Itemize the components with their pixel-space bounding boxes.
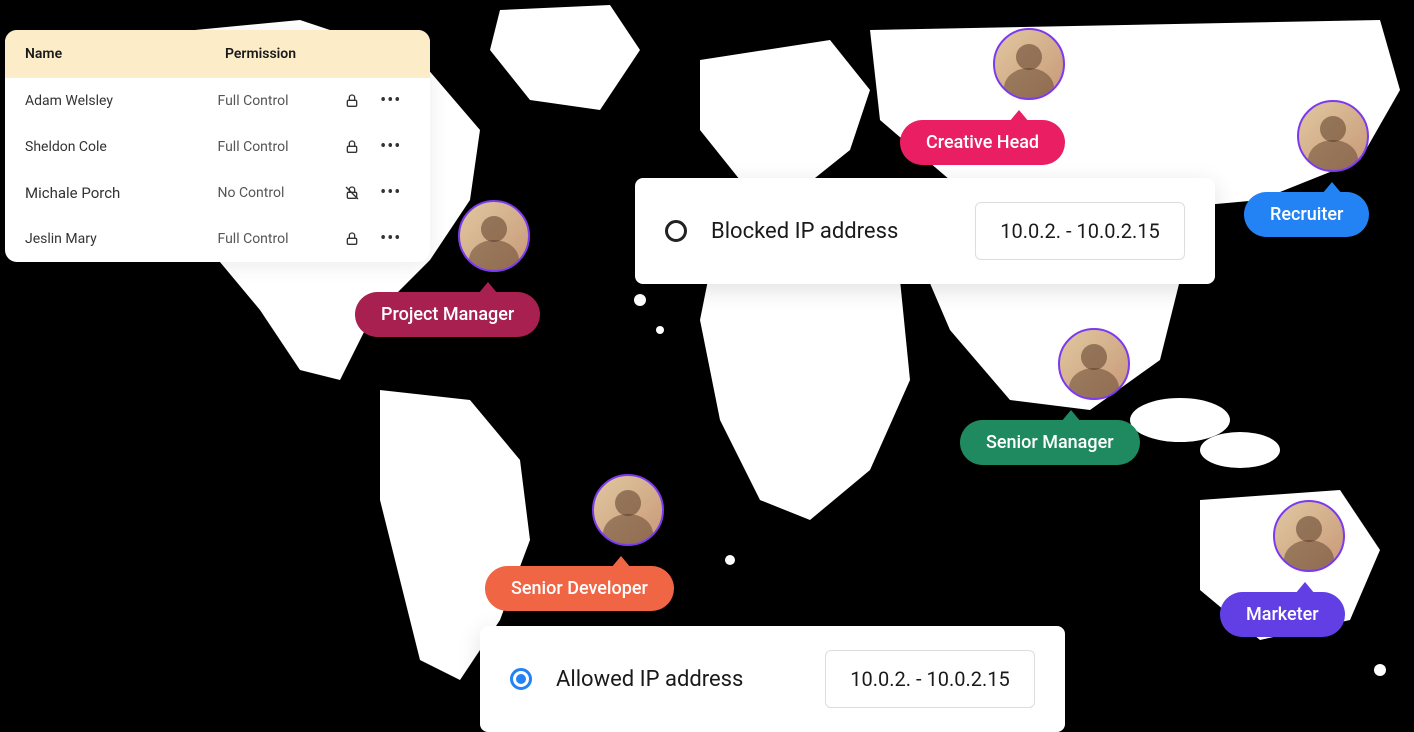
allowed-ip-label: Allowed IP address — [556, 667, 801, 692]
person-senior-developer[interactable]: Senior Developer — [485, 474, 674, 611]
blocked-ip-value[interactable]: 10.0.2. - 10.0.2.15 — [975, 202, 1185, 260]
column-header-permission: Permission — [225, 46, 410, 62]
user-permission: Full Control — [218, 231, 334, 247]
permissions-table: Name Permission Adam Welsley Full Contro… — [5, 30, 430, 262]
role-badge: Senior Manager — [960, 420, 1140, 465]
user-name: Sheldon Cole — [25, 139, 218, 155]
lock-icon[interactable] — [333, 231, 372, 247]
permissions-header: Name Permission — [5, 30, 430, 78]
column-header-name: Name — [25, 46, 225, 62]
avatar — [458, 200, 530, 272]
user-name: Adam Welsley — [25, 93, 218, 109]
user-name: Jeslin Mary — [25, 231, 218, 247]
person-recruiter[interactable]: Recruiter — [1244, 100, 1369, 237]
role-badge: Project Manager — [355, 292, 540, 337]
person-marketer[interactable]: Marketer — [1220, 500, 1345, 637]
table-row[interactable]: Sheldon Cole Full Control ••• — [5, 124, 430, 170]
table-row[interactable]: Adam Welsley Full Control ••• — [5, 78, 430, 124]
avatar — [1273, 500, 1345, 572]
role-badge: Marketer — [1220, 592, 1345, 637]
more-menu-button[interactable]: ••• — [372, 92, 411, 110]
allowed-ip-radio[interactable] — [510, 668, 532, 690]
allowed-ip-value[interactable]: 10.0.2. - 10.0.2.15 — [825, 650, 1035, 708]
lock-icon[interactable] — [333, 139, 372, 155]
user-permission: Full Control — [218, 139, 334, 155]
allowed-ip-card: Allowed IP address 10.0.2. - 10.0.2.15 — [480, 626, 1065, 732]
more-menu-button[interactable]: ••• — [372, 184, 411, 202]
person-senior-manager[interactable]: Senior Manager — [960, 328, 1140, 465]
lock-icon[interactable] — [333, 93, 372, 109]
blocked-ip-card: Blocked IP address 10.0.2. - 10.0.2.15 — [635, 178, 1215, 284]
person-creative-head[interactable]: Creative Head — [900, 28, 1065, 165]
avatar — [993, 28, 1065, 100]
blocked-ip-label: Blocked IP address — [711, 219, 951, 244]
more-menu-button[interactable]: ••• — [372, 138, 411, 156]
user-permission: Full Control — [218, 93, 334, 109]
blocked-ip-radio[interactable] — [665, 220, 687, 242]
more-menu-button[interactable]: ••• — [372, 230, 411, 248]
avatar — [1058, 328, 1130, 400]
unlock-icon[interactable] — [333, 185, 372, 201]
table-row[interactable]: Jeslin Mary Full Control ••• — [5, 216, 430, 262]
role-badge: Recruiter — [1244, 192, 1369, 237]
role-badge: Senior Developer — [485, 566, 674, 611]
table-row[interactable]: Michale Porch No Control ••• — [5, 170, 430, 216]
user-name: Michale Porch — [25, 184, 218, 202]
role-badge: Creative Head — [900, 120, 1065, 165]
avatar — [592, 474, 664, 546]
avatar — [1297, 100, 1369, 172]
user-permission: No Control — [218, 185, 334, 201]
